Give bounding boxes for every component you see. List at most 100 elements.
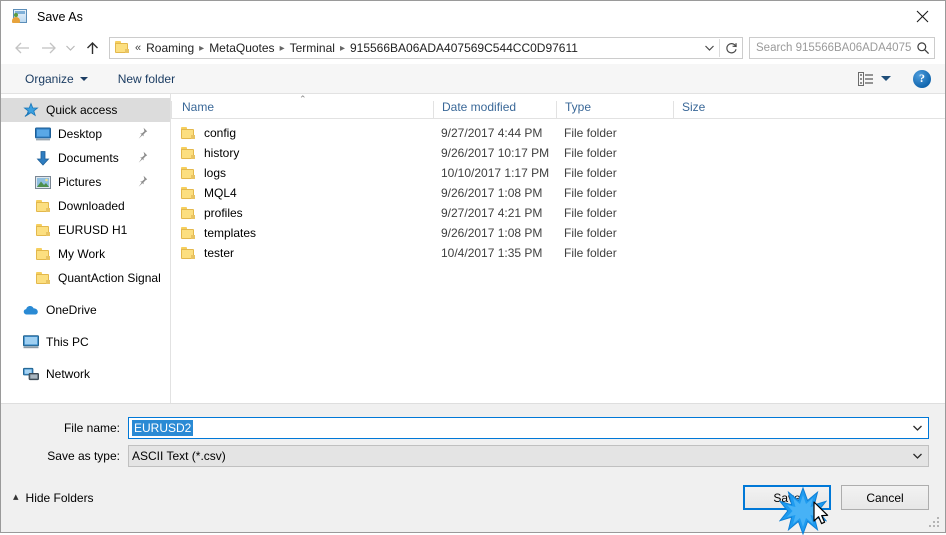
resize-grip[interactable] <box>929 517 941 529</box>
file-type-cell: File folder <box>564 166 617 180</box>
folder-icon <box>35 198 51 214</box>
folder-icon <box>181 206 196 220</box>
view-layout-icon[interactable] <box>854 70 895 88</box>
chevron-up-icon: ▴ <box>13 491 19 503</box>
breadcrumb-item-metaquotes[interactable]: MetaQuotes <box>206 40 277 56</box>
refresh-icon[interactable] <box>720 38 742 58</box>
sidebar-item-label: Documents <box>58 151 119 165</box>
network-icon <box>23 366 39 382</box>
save-as-type-row: Save as type: ASCII Text (*.csv) <box>1 444 945 468</box>
forward-arrow-icon[interactable] <box>35 36 61 60</box>
toolbar: Organize New folder ? <box>1 64 945 94</box>
file-name-cell: logs <box>171 166 433 180</box>
sidebar-item-my-work[interactable]: My Work <box>1 242 170 266</box>
sort-ascending-icon: ⌃ <box>299 94 307 104</box>
sidebar-item-label: Downloaded <box>58 199 125 213</box>
sidebar-item-onedrive[interactable]: OneDrive <box>1 298 170 322</box>
table-row[interactable]: config 9/27/2017 4:44 PM File folder <box>171 123 945 143</box>
sidebar-item-quantaction-signal[interactable]: QuantAction Signal <box>1 266 170 290</box>
file-name-input[interactable]: EURUSD2 <box>128 417 929 439</box>
pictures-icon <box>35 174 51 190</box>
file-name-text: config <box>204 126 237 140</box>
cancel-button-label: Cancel <box>866 490 904 505</box>
desktop-icon <box>35 126 51 142</box>
pin-icon[interactable] <box>137 175 148 188</box>
breadcrumb-item-terminal[interactable]: Terminal <box>287 40 338 56</box>
table-row[interactable]: history 9/26/2017 10:17 PM File folder <box>171 143 945 163</box>
breadcrumb-lead: « <box>135 42 142 54</box>
folder-icon <box>181 146 196 160</box>
table-row[interactable]: MQL4 9/26/2017 1:08 PM File folder <box>171 183 945 203</box>
folder-icon <box>35 246 51 262</box>
recent-locations-chevron-down-icon[interactable] <box>61 36 79 60</box>
back-arrow-icon[interactable] <box>9 36 35 60</box>
column-header-type[interactable]: Type <box>556 100 673 118</box>
file-type-cell: File folder <box>564 206 617 220</box>
file-name-chevron-down-icon[interactable] <box>906 418 928 438</box>
address-bar[interactable]: « Roaming ▸ MetaQuotes ▸ Terminal ▸ 9155… <box>109 37 743 59</box>
file-name-text: history <box>204 146 240 160</box>
sidebar-item-network[interactable]: Network <box>1 362 170 386</box>
sidebar-item-pictures[interactable]: Pictures <box>1 170 170 194</box>
onedrive-icon <box>23 302 39 318</box>
sidebar-item-label: OneDrive <box>46 303 97 317</box>
column-header-size[interactable]: Size <box>673 100 753 118</box>
file-date-cell: 10/10/2017 1:17 PM <box>441 166 550 180</box>
navigation-sidebar: Quick access Desktop Documents Pictures Down… <box>1 94 171 403</box>
file-list-pane: ⌃ Name Date modified Type Size config 9/2… <box>171 94 945 403</box>
new-folder-label: New folder <box>117 71 176 86</box>
navigation-bar: « Roaming ▸ MetaQuotes ▸ Terminal ▸ 9155… <box>1 32 945 64</box>
sidebar-item-desktop[interactable]: Desktop <box>1 122 170 146</box>
file-type-cell: File folder <box>564 246 617 260</box>
folder-icon <box>181 126 196 140</box>
up-arrow-icon[interactable] <box>79 36 105 60</box>
save-as-type-label: Save as type: <box>47 449 120 463</box>
search-box[interactable]: Search 915566BA06ADA40756... <box>749 37 935 59</box>
sidebar-item-label: QuantAction Signal <box>58 271 161 285</box>
sidebar-item-label: This PC <box>46 335 89 349</box>
save-button[interactable]: Save <box>743 485 831 510</box>
pin-icon[interactable] <box>137 127 148 140</box>
action-row: ▴ Hide Folders Save Cancel <box>1 472 945 514</box>
sidebar-item-documents[interactable]: Documents <box>1 146 170 170</box>
address-chevron-down-icon[interactable] <box>699 38 719 58</box>
file-date-cell: 10/4/2017 1:35 PM <box>441 246 543 260</box>
file-name-text: profiles <box>204 206 243 220</box>
file-name-text: MQL4 <box>204 186 237 200</box>
file-date-cell: 9/27/2017 4:44 PM <box>441 126 543 140</box>
column-header-date-modified[interactable]: Date modified <box>433 100 556 118</box>
file-type-cell: File folder <box>564 126 617 140</box>
breadcrumb-item-terminal-id[interactable]: 915566BA06ADA407569C544CC0D97611 <box>347 40 581 56</box>
table-row[interactable]: templates 9/26/2017 1:08 PM File folder <box>171 223 945 243</box>
save-as-type-chevron-down-icon[interactable] <box>906 446 928 466</box>
file-date-cell: 9/26/2017 1:08 PM <box>441 226 543 240</box>
file-name-text: logs <box>204 166 227 180</box>
sidebar-item-eurusd-h1[interactable]: EURUSD H1 <box>1 218 170 242</box>
table-row[interactable]: profiles 9/27/2017 4:21 PM File folder <box>171 203 945 223</box>
file-name-value[interactable]: EURUSD2 <box>132 420 194 436</box>
cancel-button[interactable]: Cancel <box>841 485 929 510</box>
sidebar-item-downloaded[interactable]: Downloaded <box>1 194 170 218</box>
main-area: Quick access Desktop Documents Pictures Down… <box>1 94 945 403</box>
close-icon[interactable] <box>899 1 945 31</box>
file-type-cell: File folder <box>564 226 617 240</box>
sidebar-item-quick-access[interactable]: Quick access <box>1 98 170 122</box>
table-row[interactable]: logs 10/10/2017 1:17 PM File folder <box>171 163 945 183</box>
breadcrumb-item-roaming[interactable]: Roaming <box>143 40 197 56</box>
hide-folders-button[interactable]: ▴ Hide Folders <box>13 491 94 505</box>
organize-button[interactable]: Organize <box>17 69 96 89</box>
pin-icon[interactable] <box>137 151 148 164</box>
sidebar-item-label: Network <box>46 367 91 381</box>
help-icon[interactable]: ? <box>913 69 931 88</box>
sidebar-item-label: My Work <box>58 247 106 261</box>
sidebar-item-this-pc[interactable]: This PC <box>1 330 170 354</box>
title-bar: Save As <box>1 1 945 32</box>
table-row[interactable]: tester 10/4/2017 1:35 PM File folder <box>171 243 945 263</box>
window-title: Save As <box>37 9 83 24</box>
search-input[interactable]: Search 915566BA06ADA40756... <box>750 42 912 54</box>
search-icon[interactable] <box>912 38 934 58</box>
chevron-down-icon <box>79 76 88 81</box>
save-as-type-select[interactable]: ASCII Text (*.csv) <box>128 445 929 467</box>
new-folder-button[interactable]: New folder <box>110 69 183 89</box>
